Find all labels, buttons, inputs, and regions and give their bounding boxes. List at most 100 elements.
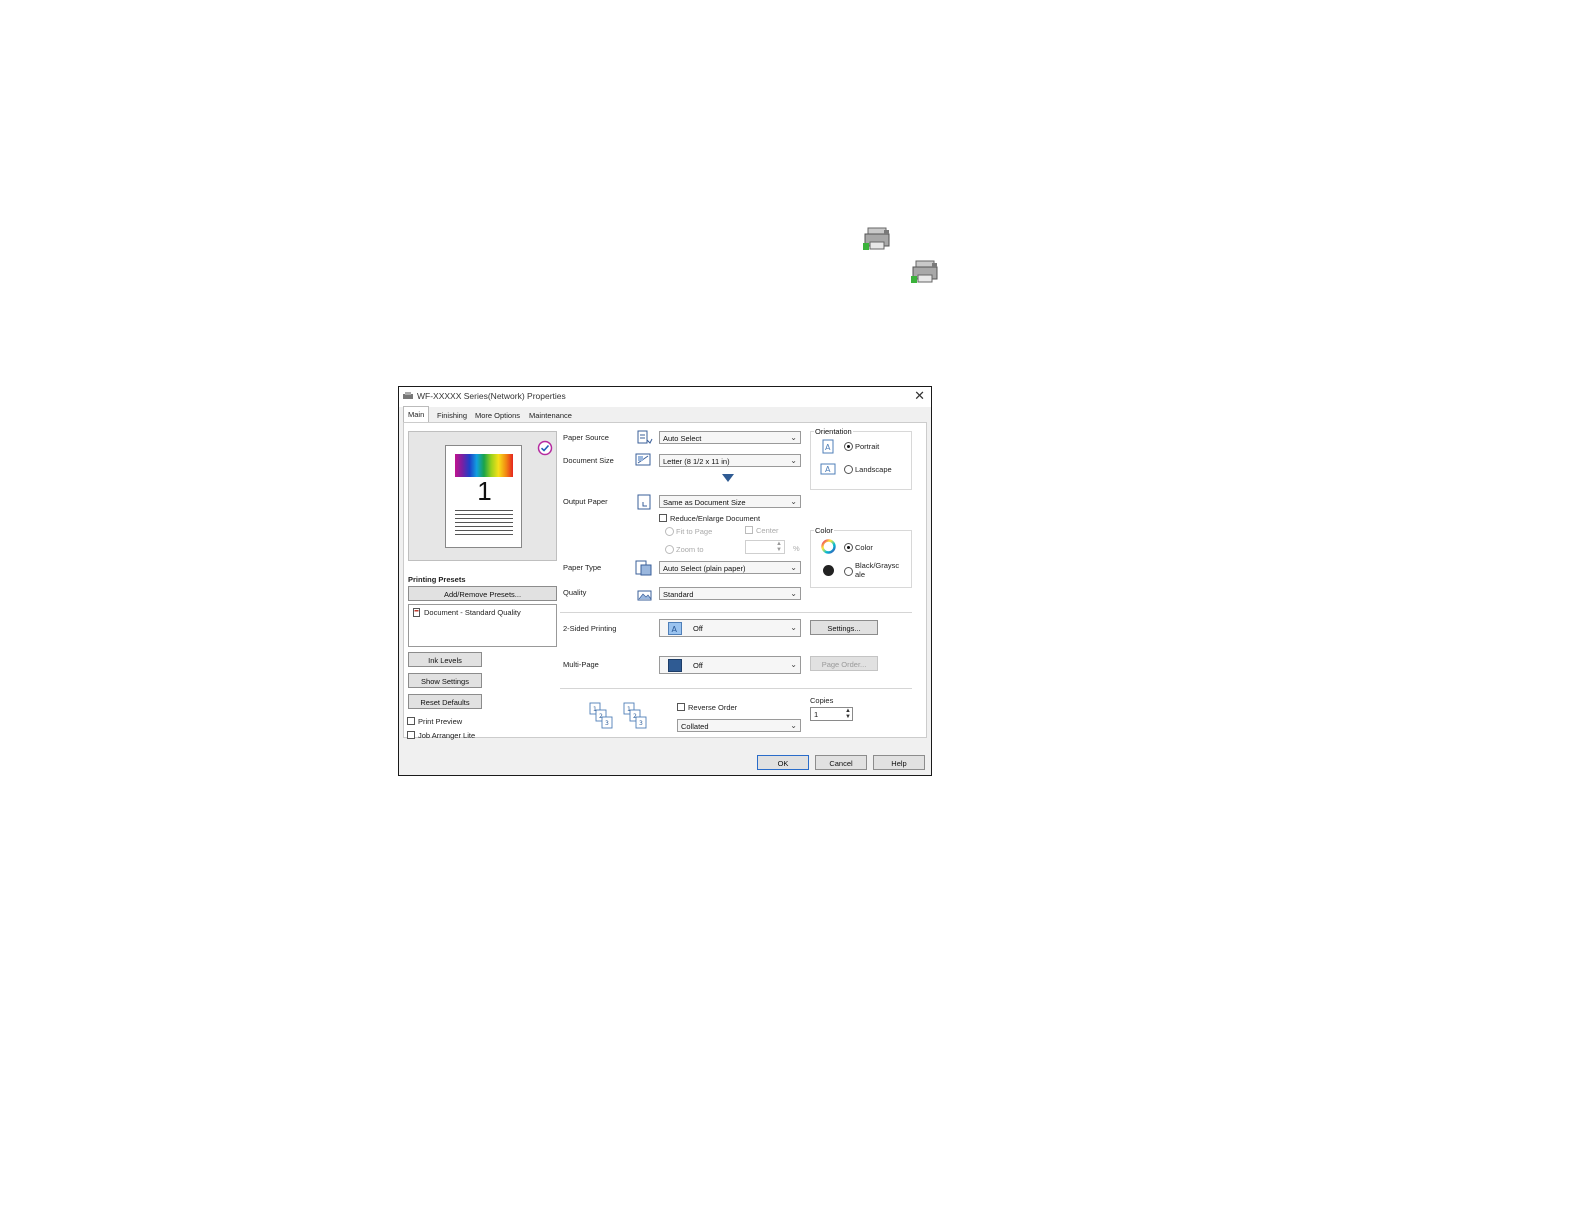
svg-text:3: 3 <box>605 720 609 727</box>
two-sided-settings-button[interactable]: Settings... <box>810 620 878 635</box>
tab-maintenance[interactable]: Maintenance <box>525 408 576 422</box>
printer-icon <box>911 260 938 283</box>
paper-type-select[interactable]: Auto Select (plain paper) ⌄ <box>659 561 801 574</box>
copies-label: Copies <box>810 696 834 705</box>
reduce-enlarge-label: Reduce/Enlarge Document <box>670 514 761 523</box>
portrait-radio[interactable] <box>844 442 853 451</box>
chevron-down-icon: ⌄ <box>790 721 797 730</box>
printer-properties-dialog: WF-XXXXX Series(Network) Properties ✕ Ma… <box>398 386 932 776</box>
svg-text:A: A <box>825 443 831 452</box>
black-grayscale-label: Black/Graysc ale <box>855 561 900 579</box>
tab-main[interactable]: Main <box>403 406 430 423</box>
output-paper-select[interactable]: Same as Document Size ⌄ <box>659 495 801 508</box>
document-size-icon <box>635 453 651 466</box>
svg-text:2: 2 <box>633 713 637 720</box>
preset-label: Document - Standard Quality <box>424 608 521 617</box>
reset-defaults-button[interactable]: Reset Defaults <box>408 694 482 709</box>
ok-button[interactable]: OK <box>757 755 809 770</box>
chevron-down-icon: ⌄ <box>790 660 797 669</box>
copies-value: 1 <box>814 710 819 719</box>
document-size-select[interactable]: Letter (8 1/2 x 11 in) ⌄ <box>659 454 801 467</box>
multi-page-label: Multi-Page <box>563 660 599 669</box>
print-preview-checkbox[interactable] <box>407 717 415 725</box>
two-sided-label: 2-Sided Printing <box>563 624 617 633</box>
document-size-value: Letter (8 1/2 x 11 in) <box>663 457 730 466</box>
print-preview-panel: 1 <box>408 431 557 561</box>
center-checkbox[interactable] <box>745 526 753 534</box>
svg-text:1: 1 <box>593 706 597 713</box>
paper-source-icon <box>637 430 653 444</box>
quality-select[interactable]: Standard ⌄ <box>659 587 801 600</box>
job-arranger-label: Job Arranger Lite <box>418 731 476 740</box>
svg-text:3: 3 <box>639 720 643 727</box>
paper-source-select[interactable]: Auto Select ⌄ <box>659 431 801 444</box>
color-radio[interactable] <box>844 543 853 552</box>
svg-text:2: 2 <box>599 713 603 720</box>
fit-to-page-label: Fit to Page <box>676 527 713 536</box>
job-arranger-checkbox[interactable] <box>407 731 415 739</box>
chevron-down-icon: ⌄ <box>790 563 797 572</box>
divider <box>560 612 912 613</box>
portrait-label: Portrait <box>855 442 880 451</box>
arrow-down-icon <box>722 474 734 482</box>
center-label: Center <box>756 526 779 535</box>
black-grayscale-radio[interactable] <box>844 567 853 576</box>
orientation-title: Orientation <box>814 427 853 436</box>
collate-icon: 123 123 <box>589 702 647 729</box>
svg-text:A: A <box>825 465 831 474</box>
landscape-icon: A <box>820 463 836 475</box>
show-settings-button[interactable]: Show Settings <box>408 673 482 688</box>
cancel-button[interactable]: Cancel <box>815 755 867 770</box>
chevron-down-icon: ⌄ <box>790 589 797 598</box>
chevron-down-icon: ⌄ <box>790 456 797 465</box>
output-paper-label: Output Paper <box>563 497 608 506</box>
two-sided-select[interactable]: A Off ⌄ <box>659 619 801 637</box>
landscape-radio[interactable] <box>844 465 853 474</box>
quality-label: Quality <box>563 588 587 597</box>
printer-icon <box>863 227 890 250</box>
preview-page: 1 <box>445 445 522 548</box>
zoom-to-radio[interactable] <box>665 545 674 554</box>
chevron-down-icon: ⌄ <box>790 497 797 506</box>
color-wheel-icon <box>821 539 836 554</box>
divider <box>560 688 912 689</box>
paper-source-label: Paper Source <box>563 433 609 442</box>
collated-select[interactable]: Collated ⌄ <box>677 719 801 732</box>
paper-source-value: Auto Select <box>663 434 702 443</box>
ink-levels-button[interactable]: Ink Levels <box>408 652 482 667</box>
help-button[interactable]: Help <box>873 755 925 770</box>
close-icon[interactable]: ✕ <box>914 388 925 404</box>
svg-text:A: A <box>672 625 678 634</box>
quality-value: Standard <box>663 590 694 599</box>
print-preview-label: Print Preview <box>418 717 463 726</box>
reverse-order-label: Reverse Order <box>688 703 738 712</box>
multi-page-select[interactable]: Off ⌄ <box>659 656 801 674</box>
preview-page-number: 1 <box>477 476 492 506</box>
chevron-down-icon: ⌄ <box>790 623 797 632</box>
fit-to-page-radio[interactable] <box>665 527 674 536</box>
page-order-button[interactable]: Page Order... <box>810 656 878 671</box>
two-sided-icon: A <box>668 622 682 635</box>
color-title: Color <box>814 526 834 535</box>
chevron-down-icon: ⌄ <box>790 433 797 442</box>
two-sided-value: Off <box>693 624 703 633</box>
collated-value: Collated <box>681 722 709 731</box>
multi-page-icon <box>668 659 682 672</box>
paper-type-label: Paper Type <box>563 563 602 572</box>
landscape-label: Landscape <box>855 465 892 474</box>
output-paper-icon <box>637 494 651 510</box>
stepper-arrows-icon[interactable]: ▲ ▼ <box>845 708 851 720</box>
svg-text:1: 1 <box>627 706 631 713</box>
reverse-order-checkbox[interactable] <box>677 703 685 711</box>
printing-presets-heading: Printing Presets <box>408 575 466 584</box>
reduce-enlarge-checkbox[interactable] <box>659 514 667 522</box>
title-bar: WF-XXXXX Series(Network) Properties ✕ <box>399 387 931 407</box>
tab-finishing[interactable]: Finishing <box>433 408 471 422</box>
multi-page-value: Off <box>693 661 703 670</box>
document-preset-icon <box>413 608 420 617</box>
copies-stepper[interactable]: 1 ▲ ▼ <box>810 707 853 721</box>
presets-list: Document - Standard Quality <box>408 604 557 647</box>
tab-more-options[interactable]: More Options <box>471 408 524 422</box>
add-remove-presets-button[interactable]: Add/Remove Presets... <box>408 586 557 601</box>
zoom-percent-stepper[interactable]: ▲ ▼ <box>745 540 785 554</box>
